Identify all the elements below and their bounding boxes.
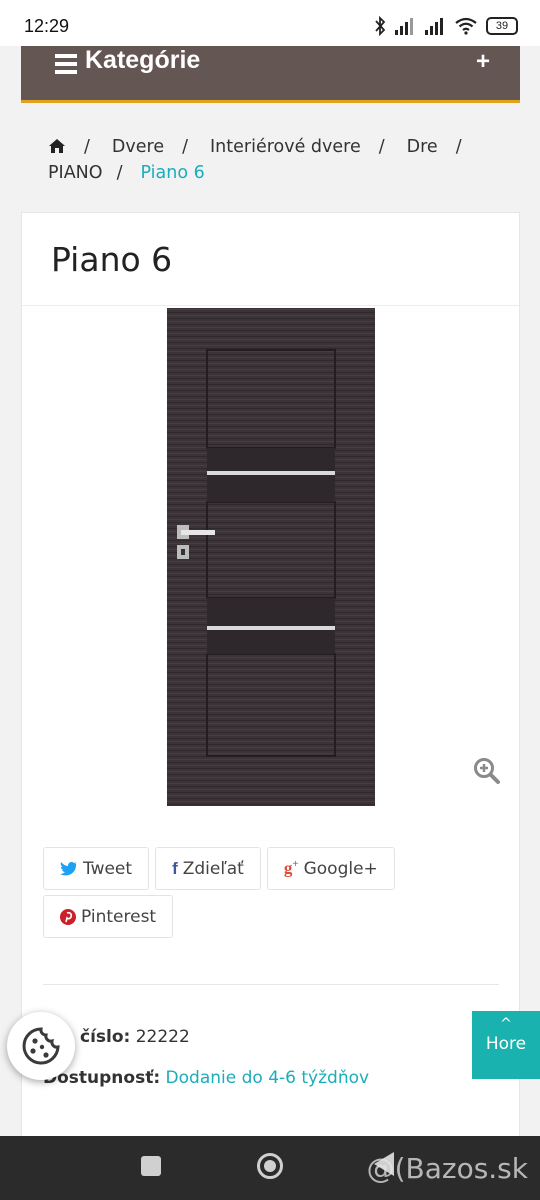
- breadcrumb-dvere[interactable]: Dvere: [112, 137, 164, 157]
- back-to-top-button[interactable]: ^ Hore: [472, 1011, 540, 1079]
- breadcrumb-current: Piano 6: [140, 163, 205, 183]
- bluetooth-icon: [375, 16, 386, 36]
- door-image[interactable]: [167, 308, 375, 806]
- recent-apps-icon[interactable]: [141, 1156, 161, 1176]
- home-button-icon[interactable]: [257, 1153, 283, 1179]
- pinterest-label: Pinterest: [81, 906, 157, 927]
- divider: [43, 984, 499, 985]
- expand-plus-icon[interactable]: +: [476, 48, 490, 76]
- facebook-icon: f: [172, 858, 178, 878]
- wifi-icon: [455, 17, 477, 35]
- google-plus-button[interactable]: g+ Google+: [266, 847, 395, 890]
- availability-value[interactable]: Dodanie do 4-6 týždňov: [166, 1068, 370, 1088]
- signal-icon: [395, 18, 413, 35]
- product-card: Piano 6 Tweet f Zdieľať g+ Google+ Pinte…: [21, 212, 520, 1152]
- home-icon[interactable]: [48, 138, 66, 154]
- breadcrumb-interior-doors[interactable]: Interiérové dvere: [210, 137, 361, 157]
- twitter-icon: [60, 862, 77, 876]
- system-navigation-bar: @(Bazos.sk: [0, 1136, 540, 1200]
- cookie-icon: [22, 1027, 60, 1065]
- product-header: Piano 6: [22, 213, 519, 306]
- breadcrumb-dre[interactable]: Dre: [407, 137, 438, 157]
- battery-icon: 39: [486, 17, 518, 35]
- status-icons: 39: [374, 16, 518, 36]
- breadcrumb-separator: /: [455, 137, 462, 157]
- product-code-value: 22222: [135, 1027, 190, 1047]
- share-buttons-row: Pinterest: [43, 895, 503, 938]
- chevron-up-icon: ^: [500, 1016, 512, 1032]
- back-to-top-label: Hore: [485, 1034, 527, 1054]
- facebook-share-button[interactable]: f Zdieľať: [155, 847, 261, 890]
- status-time: 12:29: [24, 16, 70, 36]
- share-buttons-row: Tweet f Zdieľať g+ Google+: [43, 847, 503, 890]
- breadcrumb-separator: /: [116, 163, 123, 183]
- breadcrumb-separator: /: [378, 137, 385, 157]
- google-plus-icon: g+: [283, 858, 299, 878]
- category-title[interactable]: Kategórie: [85, 46, 200, 75]
- status-bar: 12:29 39: [0, 0, 540, 46]
- product-availability: Dostupnosť: Dodanie do 4-6 týždňov: [43, 1068, 369, 1088]
- cookie-settings-button[interactable]: [7, 1012, 75, 1080]
- breadcrumb: / Dvere / Interiérové dvere / Dre / PIANO / Piano…: [48, 134, 498, 186]
- google-plus-label: Google+: [303, 858, 378, 879]
- zoom-in-icon[interactable]: [473, 757, 501, 785]
- breadcrumb-separator: /: [84, 137, 90, 157]
- breadcrumb-piano[interactable]: PIANO: [48, 163, 103, 183]
- pinterest-button[interactable]: Pinterest: [43, 895, 174, 938]
- product-code-label: číslo:: [80, 1027, 131, 1047]
- category-menu-bar[interactable]: Kategórie +: [21, 46, 520, 103]
- product-title: Piano 6: [51, 240, 173, 279]
- tweet-label: Tweet: [83, 858, 133, 879]
- pinterest-icon: [60, 908, 76, 925]
- watermark: @(Bazos.sk: [366, 1152, 528, 1185]
- breadcrumb-separator: /: [182, 137, 188, 157]
- product-code: číslo: 22222: [80, 1027, 190, 1047]
- hamburger-menu-icon[interactable]: [55, 52, 79, 76]
- tweet-button[interactable]: Tweet: [43, 847, 150, 890]
- facebook-share-label: Zdieľať: [182, 858, 244, 879]
- signal-icon: [425, 18, 443, 35]
